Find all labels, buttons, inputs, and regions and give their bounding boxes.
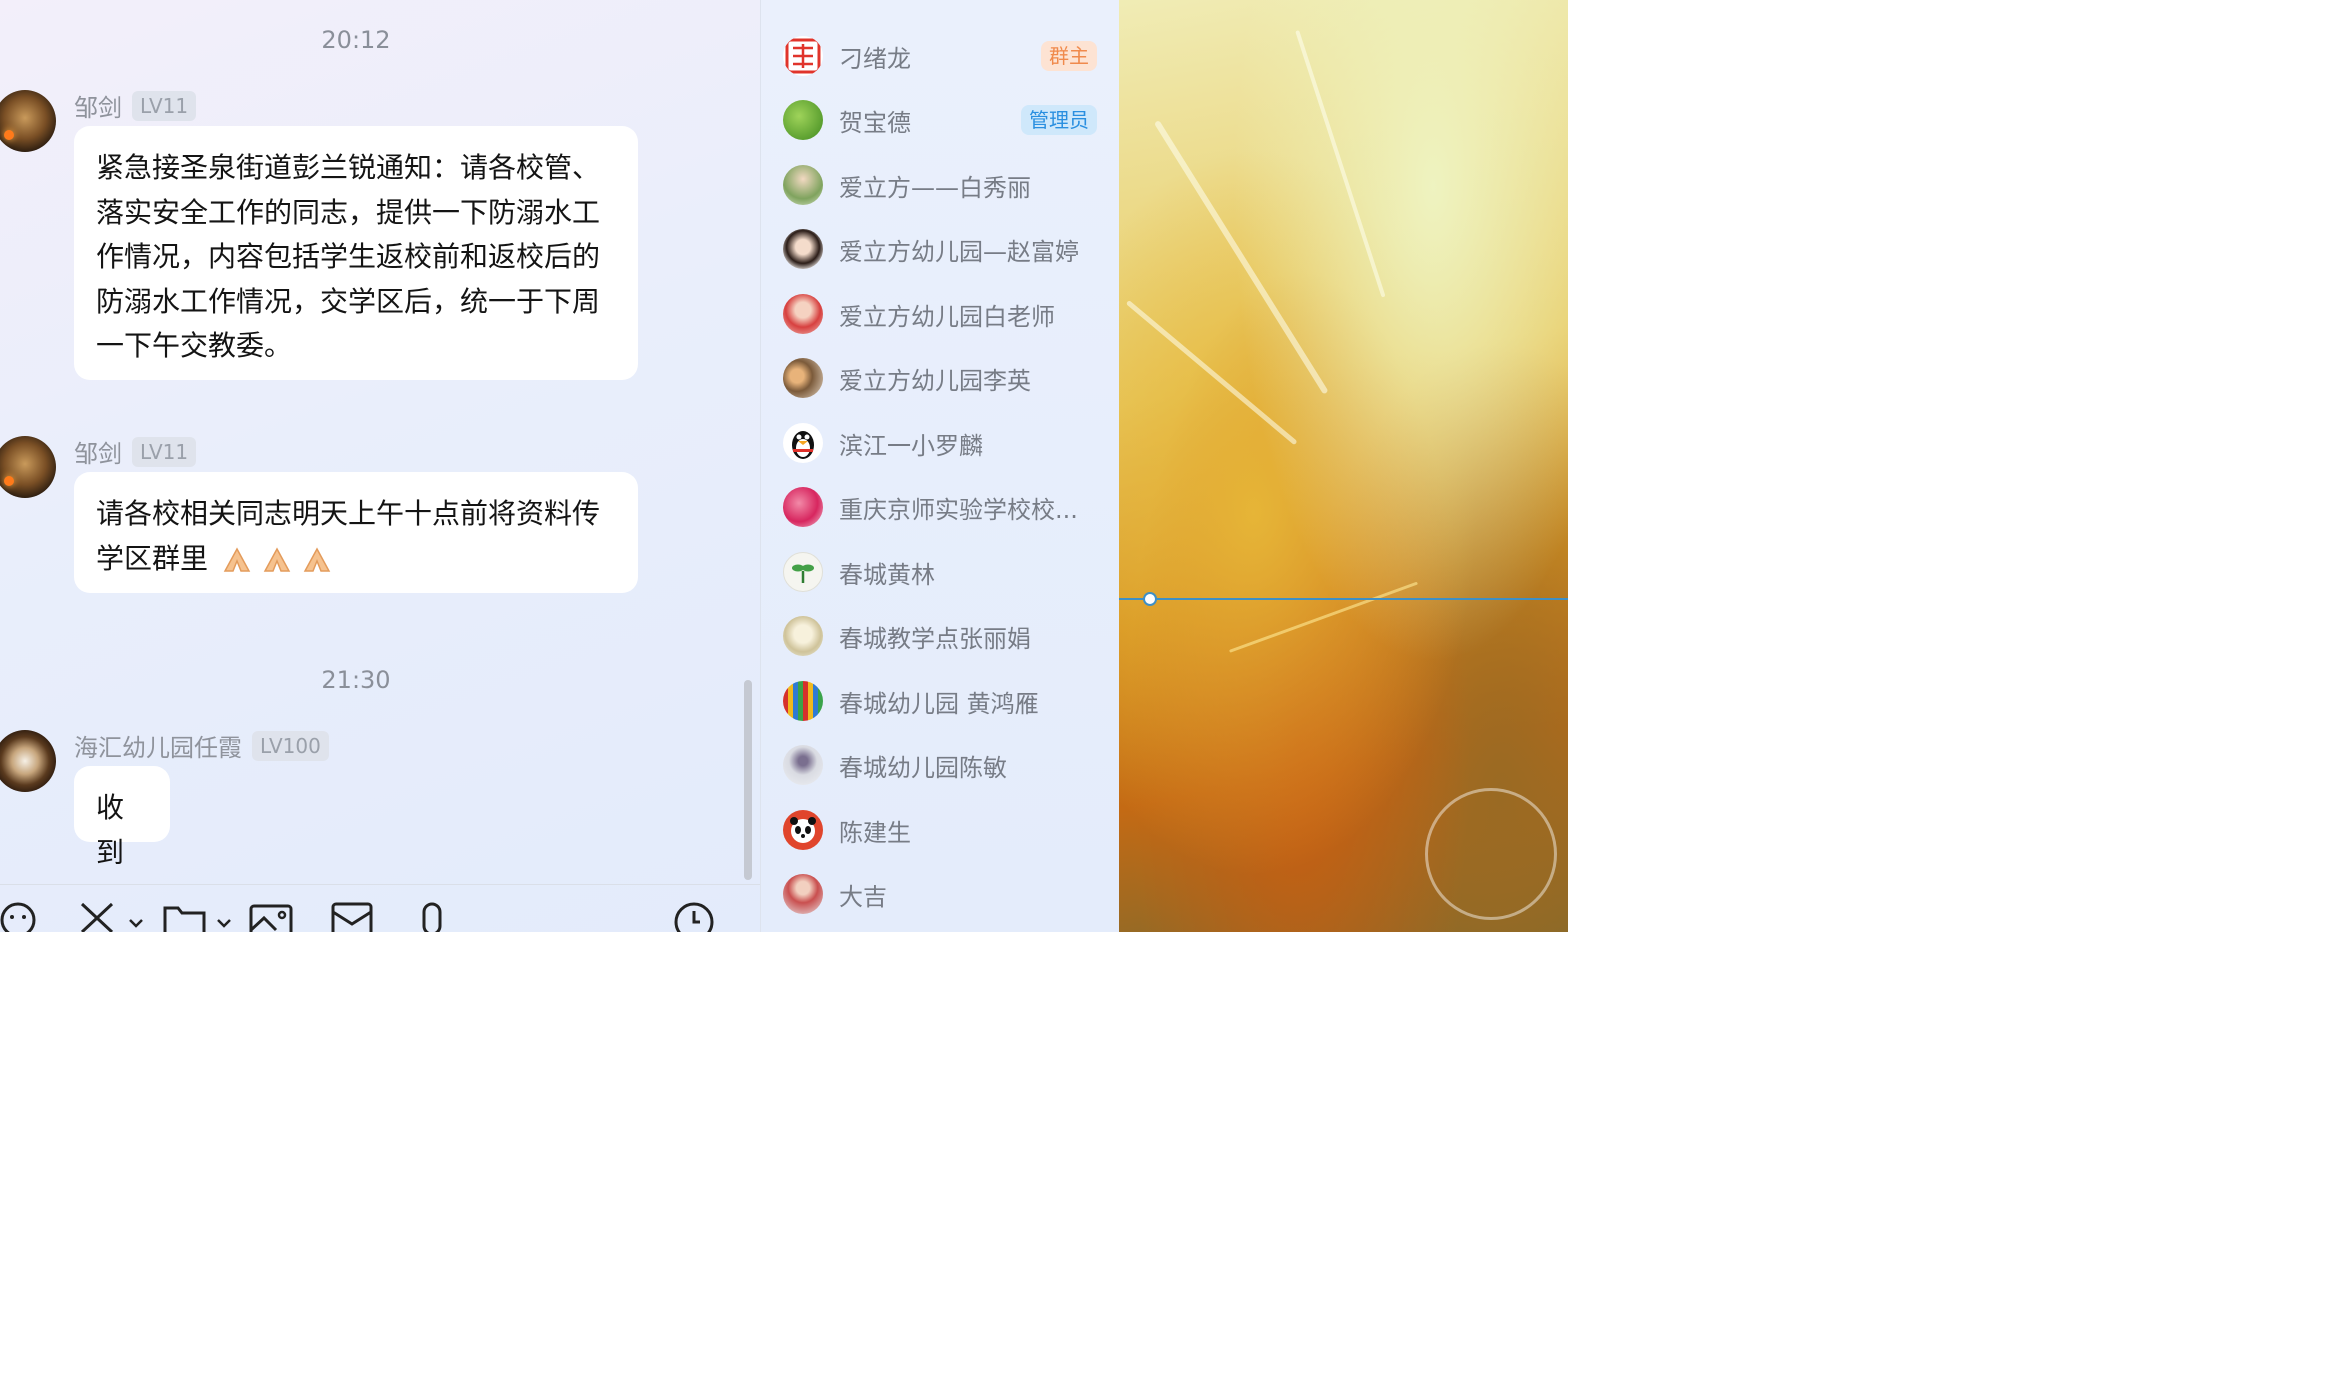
owner-badge: 群主 [1041, 41, 1097, 71]
member-avatar [783, 36, 823, 76]
folded-hands-icon [303, 546, 331, 572]
watermark-logo [1425, 788, 1557, 920]
member-item[interactable]: 爱立方幼儿园—赵富婷 [783, 224, 1103, 274]
scissors-icon[interactable] [78, 898, 148, 932]
admin-badge: 管理员 [1021, 105, 1097, 135]
member-name: 春城教学点张丽娟 [839, 624, 1031, 653]
sender-name[interactable]: 邹剑 [74, 434, 122, 469]
member-name: 爱立方幼儿园—赵富婷 [839, 237, 1079, 266]
sender-name[interactable]: 海汇幼儿园任霞 [74, 728, 242, 763]
folded-hands-icon [223, 546, 251, 572]
envelope-icon[interactable] [330, 898, 374, 932]
member-item[interactable]: 陈建生 [783, 805, 1103, 855]
sprout-icon [792, 564, 814, 583]
member-item[interactable]: 重庆京师实验学校校... [783, 482, 1103, 532]
member-name: 重庆京师实验学校校... [839, 495, 1078, 524]
member-avatar [783, 745, 823, 785]
message-bubble[interactable]: 收到 [74, 766, 170, 869]
message-line: 收到 [96, 791, 125, 869]
sender-avatar[interactable] [0, 730, 56, 792]
sender-avatar[interactable] [0, 90, 56, 152]
member-item[interactable]: 滨江一小罗麟 [783, 418, 1103, 468]
member-name: 滨江一小罗麟 [839, 431, 983, 460]
member-list: 刁绪龙 群主 贺宝德 管理员 爱立方——白秀丽 爱立方幼儿园—赵富婷 爱立方幼儿… [760, 0, 1120, 932]
member-avatar [783, 100, 823, 140]
message-line-with-emoji: 学区群里 [96, 537, 616, 582]
wallpaper-image [1119, 0, 1568, 932]
member-item[interactable]: 大吉 [783, 869, 1103, 919]
timestamp: 21:30 [321, 666, 391, 694]
emoji-icon[interactable] [0, 898, 40, 932]
chat-scrollbar[interactable] [744, 680, 752, 880]
message-line: 落实安全工作的同志，提供一下防溺水工 [96, 195, 601, 229]
member-name: 大吉 [839, 882, 887, 911]
member-item[interactable]: 春城幼儿园 黄鸿雁 [783, 676, 1103, 726]
member-avatar [783, 229, 823, 269]
wallpaper-streak [1153, 120, 1329, 395]
wallpaper-streak [1229, 581, 1418, 653]
member-name: 爱立方幼儿园白老师 [839, 302, 1055, 331]
member-avatar [783, 165, 823, 205]
message-bubble[interactable]: 请各校相关同志明天上午十点前将资料传 学区群里 [74, 472, 638, 593]
level-badge: LV100 [252, 730, 329, 761]
member-item[interactable]: 春城幼儿园陈敏 [783, 740, 1103, 790]
member-item[interactable]: 春城教学点张丽娟 [783, 611, 1103, 661]
message-line: 紧急接圣泉街道彭兰锐通知：请各校管、 [96, 151, 601, 184]
member-item[interactable]: 贺宝德 管理员 [783, 95, 1103, 145]
member-name: 刁绪龙 [839, 44, 911, 73]
sender-name[interactable]: 邹剑 [74, 88, 122, 123]
panda-icon [790, 817, 816, 843]
folder-icon[interactable] [162, 898, 234, 932]
sender-header: 海汇幼儿园任霞 LV100 [74, 728, 329, 763]
wallpaper-streak [1125, 300, 1298, 446]
member-avatar [783, 423, 823, 463]
message-line: 一下午交教委。 [96, 329, 293, 362]
message-line: 作情况，内容包括学生返校前和返校后的 [96, 240, 601, 273]
microphone-icon[interactable] [414, 898, 450, 932]
member-avatar [783, 487, 823, 527]
image-icon[interactable] [248, 898, 294, 932]
member-item[interactable]: 春城黄林 [783, 547, 1103, 597]
member-avatar [783, 552, 823, 592]
member-name: 爱立方——白秀丽 [839, 173, 1031, 202]
level-badge: LV11 [132, 90, 197, 121]
member-name: 春城幼儿园陈敏 [839, 753, 1007, 782]
message-line: 学区群里 [96, 541, 209, 575]
member-avatar [783, 681, 823, 721]
member-avatar [783, 358, 823, 398]
member-item[interactable]: 爱立方幼儿园李英 [783, 353, 1103, 403]
message-line: 请各校相关同志明天上午十点前将资料传 [96, 497, 601, 530]
member-avatar [783, 294, 823, 334]
message-line: 防溺水工作情况，交学区后，统一于下周 [96, 284, 601, 318]
member-avatar [783, 874, 823, 914]
member-name: 春城黄林 [839, 560, 935, 589]
member-item[interactable]: 爱立方幼儿园白老师 [783, 289, 1103, 339]
folded-hands-icon [263, 546, 291, 572]
message-bubble[interactable]: 紧急接圣泉街道彭兰锐通知：请各校管、 落实安全工作的同志，提供一下防溺水工 作情… [74, 126, 638, 380]
wallpaper-streak [1295, 30, 1386, 298]
clock-icon[interactable] [672, 898, 716, 932]
split-line[interactable] [1119, 598, 1568, 600]
member-avatar [783, 810, 823, 850]
split-handle[interactable] [1143, 592, 1157, 606]
toolbar-divider [0, 884, 760, 885]
member-name: 陈建生 [839, 818, 911, 847]
sender-header: 邹剑 LV11 [74, 88, 197, 123]
sender-header: 邹剑 LV11 [74, 434, 197, 469]
sender-avatar[interactable] [0, 436, 56, 498]
member-name: 春城幼儿园 黄鸿雁 [839, 689, 1039, 718]
member-item[interactable]: 爱立方——白秀丽 [783, 160, 1103, 210]
member-item[interactable]: 刁绪龙 群主 [783, 31, 1103, 81]
penguin-icon [792, 431, 814, 459]
member-name: 爱立方幼儿园李英 [839, 366, 1031, 395]
level-badge: LV11 [132, 436, 197, 467]
member-avatar [783, 616, 823, 656]
timestamp: 20:12 [321, 26, 391, 54]
chat-panel: 20:12 邹剑 LV11 紧急接圣泉街道彭兰锐通知：请各校管、 落实安全工作的… [0, 0, 760, 932]
member-name: 贺宝德 [839, 108, 911, 137]
